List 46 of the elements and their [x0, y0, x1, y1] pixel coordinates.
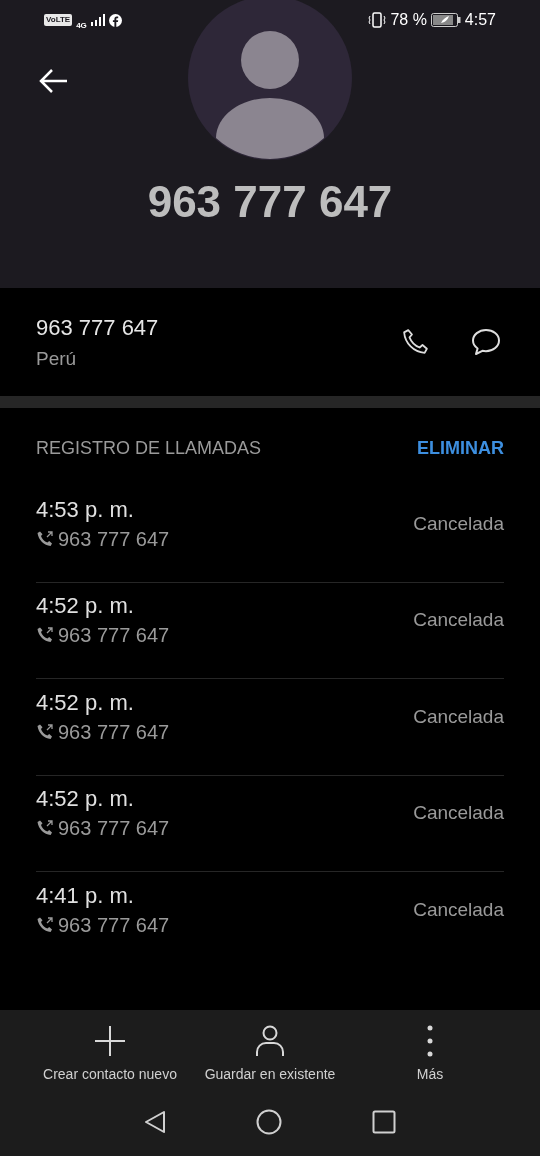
outgoing-call-icon [36, 722, 54, 741]
back-nav-icon[interactable] [144, 1109, 166, 1134]
person-icon [255, 1024, 285, 1057]
add-icon [94, 1024, 126, 1057]
call-status: Cancelada [413, 511, 504, 536]
back-icon[interactable] [38, 68, 68, 94]
call-time: 4:41 p. m. [36, 885, 135, 908]
call-time: 4:52 p. m. [36, 691, 135, 714]
call-number: 963 777 647 [58, 818, 170, 839]
call-status: Cancelada [413, 608, 504, 632]
call-time: 4:52 p. m. [36, 595, 135, 618]
call-number: 963 777 647 [58, 528, 170, 549]
toolbar-action[interactable]: Crear contacto nuevo [35, 1024, 185, 1081]
outgoing-call-icon [36, 529, 54, 548]
avatar-icon [188, 0, 352, 160]
country-label: Perú [36, 348, 78, 368]
vibrate-icon [368, 12, 387, 28]
recents-nav-icon[interactable] [372, 1109, 396, 1134]
delete-link[interactable]: ELIMINAR [417, 434, 504, 462]
call-number: 963 777 647 [58, 915, 170, 936]
battery-percent: 78 % [390, 10, 427, 30]
phone-number: 963 777 647 [36, 316, 159, 339]
volte-badge: VoLTE [44, 14, 73, 26]
outgoing-call-icon [36, 626, 54, 645]
call-time: 4:52 p. m. [36, 788, 135, 811]
call-status: Cancelada [413, 898, 504, 922]
call-status: Cancelada [413, 801, 504, 825]
home-nav-icon[interactable] [256, 1108, 282, 1135]
signal-icon [90, 14, 105, 26]
contact-title: 963 777 647 [146, 180, 394, 224]
phone-icon[interactable] [400, 327, 430, 357]
toolbar-action[interactable]: Más [355, 1024, 505, 1081]
toolbar-action[interactable]: Guardar en existente [195, 1024, 345, 1081]
message-icon[interactable] [470, 327, 502, 357]
call-status: Cancelada [413, 704, 504, 729]
call-time: 4:53 p. m. [36, 498, 135, 521]
more-icon [427, 1024, 433, 1057]
clock: 4:57 [464, 10, 496, 30]
outgoing-call-icon [36, 916, 54, 935]
outgoing-call-icon [36, 819, 54, 838]
section-title: REGISTRO DE LLAMADAS [36, 436, 262, 460]
battery-icon [430, 13, 461, 27]
call-number: 963 777 647 [58, 721, 170, 742]
facebook-icon [108, 13, 122, 27]
network-label: 4G [76, 22, 87, 30]
call-number: 963 777 647 [58, 625, 170, 646]
